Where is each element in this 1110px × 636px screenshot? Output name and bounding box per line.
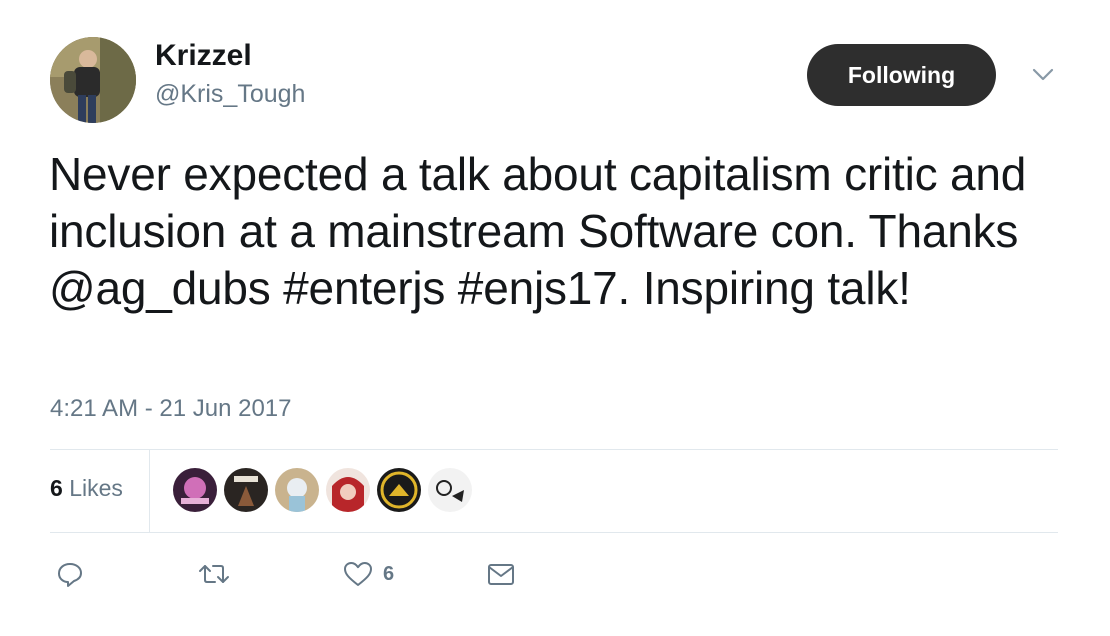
direct-message-button[interactable] (486, 558, 516, 590)
like-count: 6 (383, 562, 395, 585)
stats-separator (149, 450, 150, 532)
author-handle[interactable]: @Kris_Tough (155, 78, 305, 110)
liker-avatar-2[interactable] (223, 467, 269, 513)
avatar-image (50, 37, 136, 123)
likes-stat[interactable]: 6 Likes (50, 472, 123, 504)
reply-button[interactable] (56, 558, 84, 590)
likes-label: Likes (69, 475, 123, 501)
tweet-text: Never expected a talk about capitalism c… (49, 148, 1027, 314)
retweet-icon (197, 560, 231, 588)
liker-avatar-4[interactable] (325, 467, 371, 513)
divider-bottom (50, 532, 1058, 533)
divider-top (50, 449, 1058, 450)
liker-avatar-6[interactable] (427, 467, 473, 513)
tweet-timestamp[interactable]: 4:21 AM - 21 Jun 2017 (50, 393, 292, 425)
likes-count: 6 (50, 475, 63, 501)
retweet-button[interactable] (197, 558, 231, 590)
liker-avatar-3[interactable] (274, 467, 320, 513)
avatar[interactable] (50, 37, 136, 123)
following-button[interactable]: Following (807, 44, 996, 106)
liker-avatar-5[interactable] (376, 467, 422, 513)
tweet-card: Krizzel @Kris_Tough Following Never expe… (0, 0, 1110, 636)
author-name[interactable]: Krizzel (155, 37, 252, 75)
envelope-icon (486, 560, 516, 588)
like-button[interactable]: 6 (343, 558, 394, 590)
reply-icon (56, 560, 84, 588)
liker-avatar-1[interactable] (172, 467, 218, 513)
heart-icon (343, 560, 373, 588)
chevron-down-icon[interactable] (1030, 64, 1056, 86)
